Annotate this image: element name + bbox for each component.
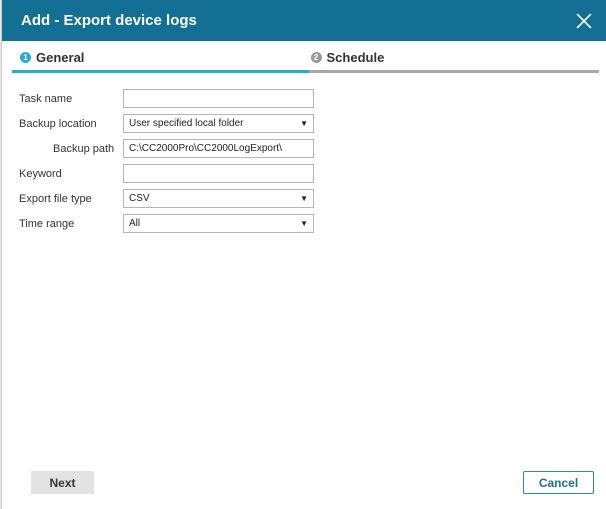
step-number-1-icon: 1 — [20, 51, 31, 63]
step-label: Schedule — [326, 49, 385, 65]
time-range-label: Time range — [19, 217, 75, 230]
time-range-value: All — [129, 218, 141, 229]
general-form: Task name Backup location User specified… — [19, 89, 319, 239]
step-general[interactable]: 1 General — [12, 44, 309, 73]
step-label: General — [36, 49, 85, 65]
next-button[interactable]: Next — [31, 471, 94, 494]
dialog-title: Add - Export device logs — [21, 12, 197, 29]
form-row-backup-location: Backup location User specified local fol… — [19, 114, 319, 133]
backup-location-select[interactable]: User specified local folder ▼ — [123, 114, 314, 133]
close-icon[interactable] — [572, 9, 596, 33]
form-row-export-file-type: Export file type CSV ▼ — [19, 189, 319, 208]
keyword-input[interactable] — [123, 164, 314, 183]
caret-down-icon: ▼ — [300, 119, 308, 128]
form-row-task-name: Task name — [19, 89, 319, 108]
keyword-label: Keyword — [19, 167, 62, 180]
wizard-steps: 1 General 2 Schedule — [12, 44, 599, 73]
caret-down-icon: ▼ — [300, 194, 308, 203]
cancel-button[interactable]: Cancel — [523, 471, 594, 494]
form-row-backup-path: Backup path — [19, 139, 319, 158]
backup-path-input[interactable] — [123, 139, 314, 158]
step-schedule[interactable]: 2 Schedule — [308, 44, 599, 73]
dialog-titlebar: Add - Export device logs — [2, 0, 606, 41]
task-name-input[interactable] — [123, 89, 314, 108]
export-device-logs-dialog: Add - Export device logs 1 General 2 Sch… — [1, 0, 606, 509]
export-file-type-select[interactable]: CSV ▼ — [123, 189, 314, 208]
backup-location-label: Backup location — [19, 117, 97, 130]
backup-location-value: User specified local folder — [129, 118, 244, 129]
form-row-keyword: Keyword — [19, 164, 319, 183]
caret-down-icon: ▼ — [300, 219, 308, 228]
export-file-type-label: Export file type — [19, 192, 92, 205]
step-number-2-icon: 2 — [310, 51, 322, 63]
export-file-type-value: CSV — [129, 193, 150, 204]
task-name-label: Task name — [19, 92, 73, 105]
time-range-select[interactable]: All ▼ — [123, 214, 314, 233]
form-row-time-range: Time range All ▼ — [19, 214, 319, 233]
backup-path-label: Backup path — [53, 142, 115, 155]
